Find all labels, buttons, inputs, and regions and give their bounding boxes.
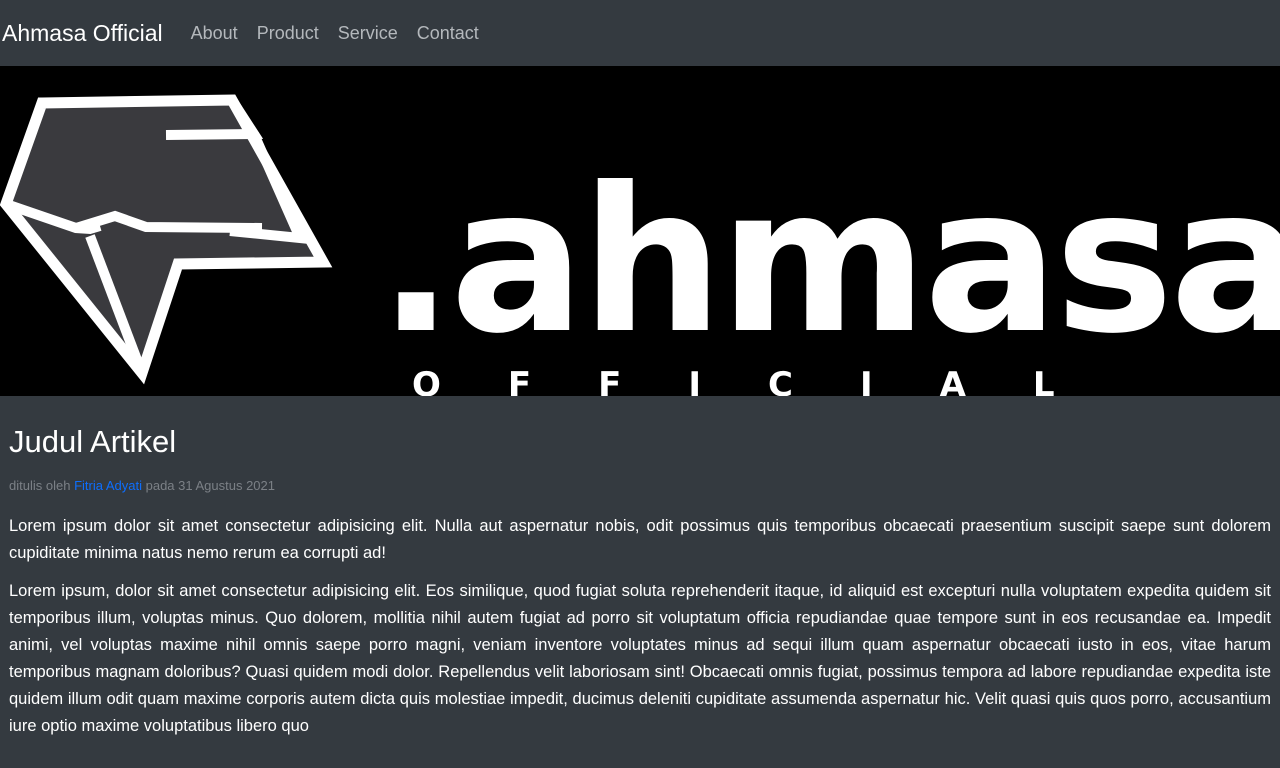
nav-link-contact[interactable]: Contact [417, 23, 479, 44]
hero-logo-text: .ahmasa? [378, 145, 1280, 378]
meta-date: pada 31 Agustus 2021 [145, 478, 275, 493]
article-title: Judul Artikel [9, 424, 177, 459]
article: Judul Artikel ditulis oleh Fitria Adyati… [0, 396, 1280, 740]
article-paragraph-2: Lorem ipsum, dolor sit amet consectetur … [9, 582, 1271, 735]
nav-links: About Product Service Contact [183, 23, 490, 44]
author-link[interactable]: Fitria Adyati [74, 478, 142, 493]
navbar-brand[interactable]: Ahmasa Official [2, 20, 163, 47]
meta-prefix: ditulis oleh [9, 478, 71, 493]
nav-link-service[interactable]: Service [338, 23, 398, 44]
ahmasa-logo-icon [0, 94, 333, 385]
navbar: Ahmasa Official About Product Service Co… [0, 0, 1280, 66]
nav-link-product[interactable]: Product [257, 23, 319, 44]
hero-banner: .ahmasa? OFFICIAL [0, 66, 1280, 396]
article-meta: ditulis oleh Fitria Adyati pada 31 Agust… [9, 478, 1271, 493]
hero-logo-subtext: OFFICIAL [412, 365, 1122, 396]
nav-link-about[interactable]: About [191, 23, 238, 44]
article-paragraph-1: Lorem ipsum dolor sit amet consectetur a… [9, 517, 1271, 562]
